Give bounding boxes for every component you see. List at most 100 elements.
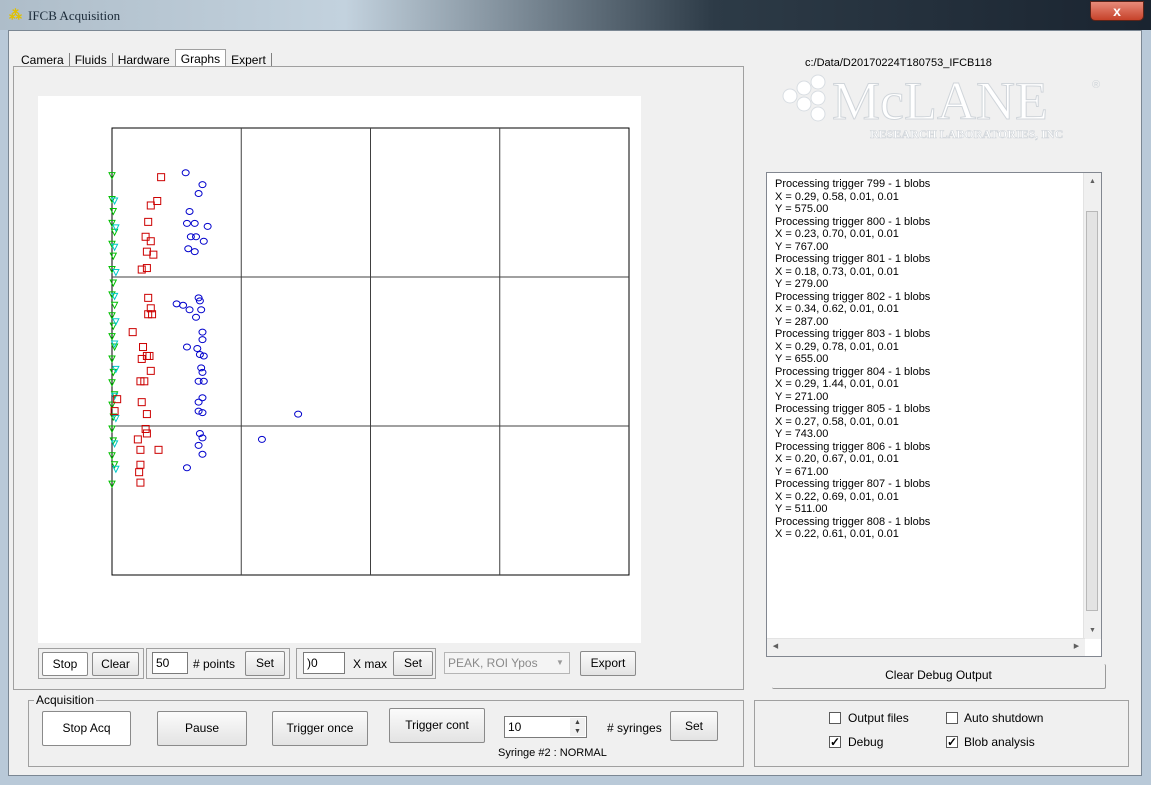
- vertical-scrollbar[interactable]: ▲ ▼: [1083, 173, 1101, 639]
- tab-hardware[interactable]: Hardware: [113, 53, 175, 67]
- data-point-circle: [199, 237, 208, 245]
- debug-line: Processing trigger 805 - 1 blobs: [775, 403, 931, 415]
- debug-checkbox[interactable]: ✓: [829, 736, 841, 748]
- debug-line: Y = 279.00: [775, 278, 829, 290]
- debug-line: Y = 287.00: [775, 315, 829, 328]
- data-point-circle: [197, 306, 206, 314]
- data-point-circle: [179, 301, 188, 309]
- scroll-right-icon[interactable]: ▶: [1068, 639, 1085, 655]
- syringes-label: # syringes: [607, 721, 662, 735]
- data-point-square: [139, 343, 148, 352]
- debug-line: Processing trigger 802 - 1 blobs: [775, 290, 931, 303]
- data-point-circle: [192, 313, 201, 321]
- plot-type-select[interactable]: PEAK, ROI Ypos ▼: [444, 652, 570, 674]
- auto-shutdown-label: Auto shutdown: [964, 711, 1044, 725]
- debug-line: X = 0.22, 0.61, 0.01, 0.01: [775, 528, 899, 540]
- debug-line: Processing trigger 806 - 1 blobs: [775, 440, 931, 453]
- data-point-square: [141, 232, 150, 241]
- window-title: IFCB Acquisition: [28, 8, 121, 23]
- debug-line: Processing trigger 804 - 1 blobs: [775, 365, 931, 378]
- syringes-value: 10: [508, 720, 522, 734]
- data-point-square: [137, 354, 146, 363]
- debug-line: X = 0.34, 0.62, 0.01, 0.01: [775, 303, 899, 315]
- stepper-arrows-icon[interactable]: ▲ ▼: [570, 718, 585, 736]
- options-group: [754, 700, 1129, 767]
- data-point-circle: [257, 435, 266, 443]
- tab-strip: Camera Fluids Hardware Graphs Expert: [16, 47, 272, 68]
- data-point-square: [135, 468, 144, 477]
- data-point-square: [144, 217, 153, 226]
- clear-debug-output-button[interactable]: Clear Debug Output: [772, 664, 1106, 689]
- debug-line: X = 0.27, 0.58, 0.01, 0.01: [775, 415, 899, 428]
- data-point-circle: [172, 300, 181, 308]
- debug-line: X = 0.23, 0.70, 0.01, 0.01: [775, 228, 899, 240]
- scroll-thumb[interactable]: [1086, 211, 1098, 611]
- data-point-circle: [194, 441, 203, 449]
- tab-expert[interactable]: Expert: [226, 53, 272, 67]
- export-button[interactable]: Export: [580, 651, 636, 676]
- close-button[interactable]: x: [1090, 1, 1144, 21]
- plot-marks: [108, 169, 303, 489]
- logo-brand: McLANE: [832, 72, 1048, 131]
- tab-fluids[interactable]: Fluids: [70, 53, 113, 67]
- data-point-square: [142, 247, 151, 256]
- data-point-circle: [198, 328, 207, 336]
- data-point-square: [144, 293, 153, 302]
- horizontal-scrollbar[interactable]: ◀ ▶: [767, 638, 1085, 656]
- tab-camera[interactable]: Camera: [16, 53, 70, 67]
- stop-plot-button[interactable]: Stop: [42, 652, 88, 676]
- data-point-triangle: [109, 252, 118, 261]
- data-point-circle: [198, 336, 207, 344]
- data-point-circle: [198, 394, 207, 402]
- debug-line: Y = 671.00: [775, 465, 829, 478]
- chevron-down-icon[interactable]: ▼: [553, 655, 567, 671]
- debug-line: Y = 743.00: [775, 428, 829, 440]
- trigger-cont-button[interactable]: Trigger cont: [389, 708, 485, 743]
- data-point-circle: [185, 207, 194, 215]
- debug-line: Processing trigger 807 - 1 blobs: [775, 478, 931, 490]
- app-window: ⁂ IFCB Acquisition x Camera Fluids Hardw…: [0, 0, 1151, 785]
- syringe-status-text: Syringe #2 : NORMAL: [498, 747, 607, 759]
- data-point-circle: [190, 219, 199, 227]
- data-point-square: [154, 445, 163, 454]
- points-set-button[interactable]: Set: [245, 651, 285, 676]
- debug-line: X = 0.22, 0.69, 0.01, 0.01: [775, 490, 899, 503]
- xmax-input[interactable]: )0: [303, 652, 345, 674]
- clear-plot-button[interactable]: Clear: [92, 652, 139, 676]
- syringes-set-button[interactable]: Set: [670, 711, 718, 741]
- data-point-square: [136, 460, 145, 469]
- syringes-stepper[interactable]: 10 ▲ ▼: [504, 716, 587, 738]
- auto-shutdown-checkbox[interactable]: [946, 712, 958, 724]
- stop-acq-button[interactable]: Stop Acq: [42, 711, 131, 746]
- pause-button[interactable]: Pause: [157, 711, 247, 746]
- data-point-square: [153, 197, 162, 206]
- data-point-circle: [199, 377, 208, 385]
- debug-line: Processing trigger 803 - 1 blobs: [775, 328, 931, 340]
- blob-analysis-checkbox[interactable]: ✓: [946, 736, 958, 748]
- data-point-square: [149, 250, 158, 259]
- debug-line: Y = 655.00: [775, 353, 829, 365]
- data-point-square: [142, 410, 151, 419]
- debug-line: X = 0.29, 0.78, 0.01, 0.01: [775, 340, 899, 353]
- scroll-left-icon[interactable]: ◀: [767, 639, 784, 655]
- trigger-once-button[interactable]: Trigger once: [272, 711, 368, 746]
- title-bar[interactable]: ⁂ IFCB Acquisition x: [0, 0, 1151, 30]
- debug-line: X = 0.29, 0.58, 0.01, 0.01: [775, 190, 899, 203]
- debug-line: Y = 271.00: [775, 390, 829, 403]
- scroll-up-icon[interactable]: ▲: [1084, 173, 1101, 190]
- logo-registered: ®: [1092, 79, 1100, 91]
- data-point-square: [133, 435, 142, 444]
- debug-line: Y = 511.00: [775, 503, 828, 515]
- data-point-square: [137, 398, 146, 407]
- debug-output-box[interactable]: Processing trigger 799 - 1 blobs X = 0.29…: [766, 172, 1102, 657]
- points-input[interactable]: 50: [152, 652, 188, 674]
- mclane-logo: McLANE ® RESEARCH LABORATORIES, INC: [782, 72, 1100, 141]
- output-files-checkbox[interactable]: [829, 712, 841, 724]
- xmax-set-button[interactable]: Set: [393, 651, 433, 676]
- data-point-circle: [181, 169, 190, 177]
- data-point-circle: [198, 181, 207, 189]
- data-point-square: [146, 366, 155, 375]
- scroll-down-icon[interactable]: ▼: [1084, 622, 1101, 639]
- debug-line: Processing trigger 801 - 1 blobs: [775, 253, 931, 265]
- debug-label: Debug: [848, 735, 884, 749]
